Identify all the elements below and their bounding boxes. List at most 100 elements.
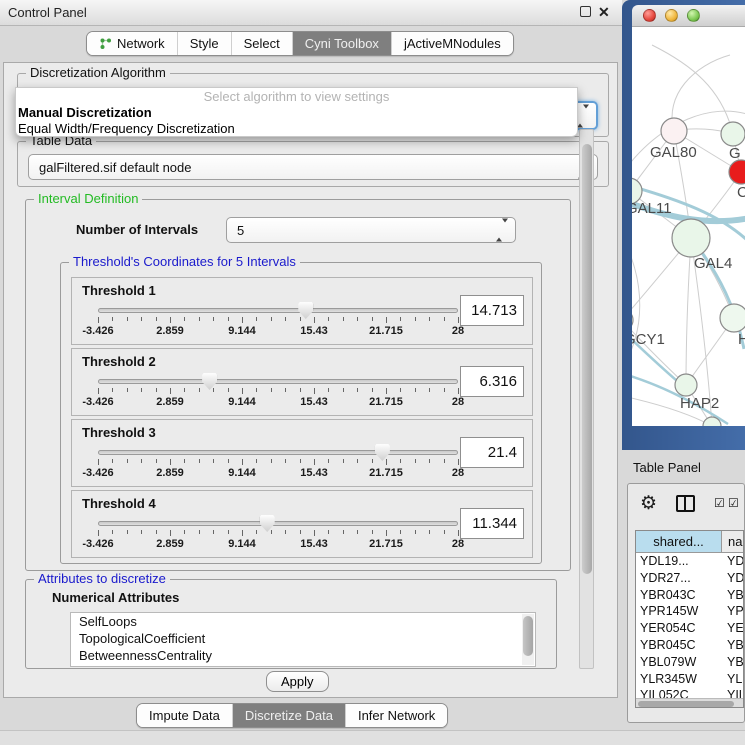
threshold-panel-3: Threshold 3-3.4262.8599.14415.4321.71528… [71, 419, 533, 487]
table-row[interactable]: YLR345WYLR3 [636, 671, 743, 688]
cell-shared-name[interactable]: YER054C [636, 620, 722, 637]
table-horizontal-scrollbar[interactable] [636, 698, 743, 707]
table-row[interactable]: YDL19...YDL1 [636, 553, 743, 570]
table-row[interactable]: YBR045CYBR0 [636, 637, 743, 654]
tick-label: 9.144 [228, 538, 256, 550]
cell-name[interactable]: YDL1 [722, 553, 743, 570]
close-icon[interactable]: ✕ [598, 4, 610, 21]
node-table: shared... na YDL19...YDL1YDR27...YDR2YBR… [635, 530, 744, 708]
cell-name[interactable]: YDR2 [722, 570, 743, 587]
column-header-name[interactable]: na [722, 531, 743, 552]
number-of-intervals-combobox[interactable]: 5 [226, 217, 516, 243]
tick-label: 21.715 [369, 467, 403, 479]
table-row[interactable]: YBR043CYBR0 [636, 587, 743, 604]
tab-select[interactable]: Select [231, 32, 292, 55]
tab-jactivemnodules[interactable]: jActiveMNodules [391, 32, 513, 55]
cell-name[interactable]: YBL0 [722, 654, 743, 671]
table-row[interactable]: YPR145WYPR1 [636, 603, 743, 620]
tab-impute-data[interactable]: Impute Data [137, 704, 232, 727]
cell-name[interactable]: YBR0 [722, 587, 743, 604]
slider-track[interactable] [98, 379, 458, 384]
tab-cyni-toolbox[interactable]: Cyni Toolbox [292, 32, 391, 55]
table-data-group: Table Data galFiltered.sif default node [17, 141, 609, 187]
node-red[interactable] [729, 160, 745, 184]
tick-label: 15.43 [300, 467, 328, 479]
cell-name[interactable]: YBR0 [722, 637, 743, 654]
slider-track[interactable] [98, 450, 458, 455]
attribute-item-selfloops[interactable]: SelfLoops [71, 613, 535, 630]
tab-label: Cyni Toolbox [305, 36, 379, 51]
slider-track[interactable] [98, 521, 458, 526]
threshold-value-field[interactable]: 21.4 [460, 437, 524, 468]
float-window-icon[interactable] [580, 6, 591, 17]
close-traffic-light-icon[interactable] [643, 9, 656, 22]
table-row[interactable]: YER054CYER0 [636, 620, 743, 637]
tab-network[interactable]: Network [87, 32, 177, 55]
algorithm-dropdown-popup: Select algorithm to view settings Manual… [15, 87, 578, 137]
combo-stepper-icon [496, 223, 508, 238]
minimize-traffic-light-icon[interactable] [665, 9, 678, 22]
tab-discretize-data[interactable]: Discretize Data [232, 704, 345, 727]
slider-tick-labels: -3.4262.8599.14415.4321.71528 [98, 325, 458, 337]
table-row[interactable]: YBL079WYBL0 [636, 654, 743, 671]
threshold-value-field[interactable]: 11.344 [460, 508, 524, 539]
node-hap2[interactable] [675, 374, 697, 396]
panel-title: Control Panel [8, 5, 87, 20]
node-gcy1[interactable] [632, 309, 633, 331]
cell-shared-name[interactable]: YPR145W [636, 603, 722, 620]
threshold-value-field[interactable]: 14.713 [460, 295, 524, 326]
tick-label: 2.859 [156, 467, 184, 479]
settings-scrollbar-thumb[interactable] [582, 144, 592, 574]
slider-ticks [98, 530, 458, 537]
tick-label: 28 [452, 467, 464, 479]
tick-label: -3.426 [82, 467, 113, 479]
network-canvas[interactable]: GAL80 G C GAL11 GAL4 GCY1 H HAP2 [632, 27, 745, 426]
attribute-item-betweennesscentrality[interactable]: BetweennessCentrality [71, 647, 535, 664]
threshold-panel-1: Threshold 1-3.4262.8599.14415.4321.71528… [71, 277, 533, 345]
cell-name[interactable]: YER0 [722, 620, 743, 637]
attributes-group: Attributes to discretize Numerical Attri… [25, 579, 557, 669]
gear-icon[interactable]: ⚙ [640, 492, 657, 515]
numerical-attributes-list[interactable]: SelfLoopsTopologicalCoefficientBetweenne… [70, 612, 536, 667]
cell-name[interactable]: YLR3 [722, 671, 743, 688]
zoom-traffic-light-icon[interactable] [687, 9, 700, 22]
threshold-value-field[interactable]: 6.316 [460, 366, 524, 397]
settings-viewport: Interval Definition Number of Intervals … [17, 191, 579, 669]
threshold-label: Threshold 4 [82, 496, 156, 511]
checkbox-icon[interactable]: ☑ [714, 496, 725, 510]
tick-label: 21.715 [369, 396, 403, 408]
slider-track[interactable] [98, 308, 458, 313]
cell-name[interactable]: YPR1 [722, 603, 743, 620]
tab-style[interactable]: Style [177, 32, 231, 55]
column-header-shared-name[interactable]: shared... [636, 531, 722, 552]
node-h[interactable] [720, 304, 745, 332]
table-row[interactable]: YDR27...YDR2 [636, 570, 743, 587]
table-data-combobox[interactable]: galFiltered.sif default node [28, 154, 598, 180]
top-tab-strip: NetworkStyleSelect Cyni Toolbox jActiveMNo… [86, 31, 514, 56]
dropdown-option-manual-discretization[interactable]: Manual Discretization [16, 105, 577, 121]
dropdown-option-equal-width-frequency-discretization[interactable]: Equal Width/Frequency Discretization [16, 121, 577, 137]
cell-shared-name[interactable]: YLR345W [636, 671, 722, 688]
thresholds-group-title: Threshold's Coordinates for 5 Intervals [69, 255, 300, 269]
node-gal4[interactable] [672, 219, 710, 257]
cell-shared-name[interactable]: YBL079W [636, 654, 722, 671]
slider-ticks [98, 388, 458, 395]
attributes-scrollbar[interactable] [522, 614, 534, 665]
cell-shared-name[interactable]: YBR045C [636, 637, 722, 654]
dropdown-placeholder-item[interactable]: Select algorithm to view settings [16, 88, 577, 105]
apply-button[interactable]: Apply [266, 671, 329, 692]
cell-shared-name[interactable]: YBR043C [636, 587, 722, 604]
cell-shared-name[interactable]: YDR27... [636, 570, 722, 587]
tick-label: 2.859 [156, 325, 184, 337]
attributes-scrollbar-thumb[interactable] [523, 616, 533, 656]
node-gal80[interactable] [661, 118, 687, 144]
settings-scrollbar[interactable] [579, 129, 594, 669]
interval-definition-group: Interval Definition Number of Intervals … [25, 199, 571, 571]
cell-shared-name[interactable]: YDL19... [636, 553, 722, 570]
attribute-item-topologicalcoefficient[interactable]: TopologicalCoefficient [71, 630, 535, 647]
node-g[interactable] [721, 122, 745, 146]
column-layout-icon[interactable] [676, 495, 695, 512]
table-hscrollbar-thumb[interactable] [638, 701, 734, 707]
tab-infer-network[interactable]: Infer Network [345, 704, 447, 727]
checkbox-icon[interactable]: ☑ [728, 496, 739, 510]
